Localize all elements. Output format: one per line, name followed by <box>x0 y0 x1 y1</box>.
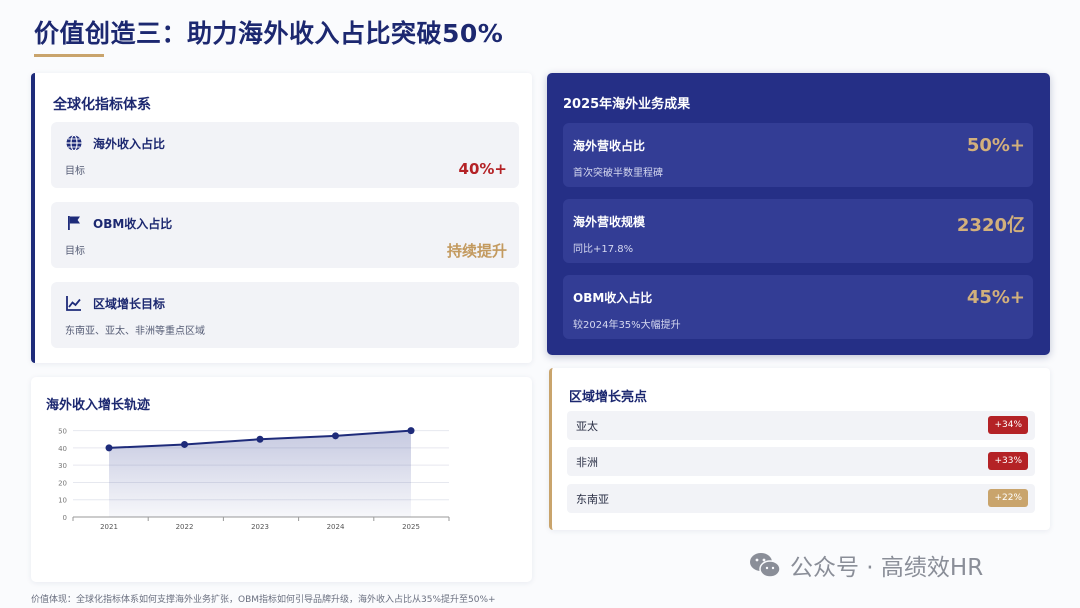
metric-label: 海外收入占比 <box>93 137 166 151</box>
y-tick-label: 10 <box>58 497 67 505</box>
y-tick-label: 50 <box>58 428 67 436</box>
region-highlights-card: 区域增长亮点 亚太 +34% 非洲 +33% 东南亚 +22% <box>549 368 1050 530</box>
watermark-text: 公众号 · 高绩效HR <box>790 555 984 581</box>
result-overseas-revenue-scale: 海外营收规模 同比+17.8% 2320亿 <box>563 199 1033 263</box>
x-tick-label: 2022 <box>176 523 194 531</box>
card-title: 全球化指标体系 <box>53 97 151 113</box>
metric-label: OBM收入占比 <box>93 217 173 231</box>
result-label: 海外营收规模 <box>573 215 646 229</box>
metric-overseas-revenue-ratio: 海外收入占比 目标 40%+ <box>51 122 519 188</box>
wechat-watermark: 公众号 · 高绩效HR <box>748 548 983 582</box>
region-name: 非洲 <box>576 456 598 469</box>
growth-badge: +33% <box>988 452 1028 470</box>
result-value: 2320亿 <box>956 215 1025 236</box>
region-row: 东南亚 +22% <box>567 484 1035 513</box>
result-label: OBM收入占比 <box>573 291 653 305</box>
data-point <box>256 435 264 443</box>
growth-badge: +22% <box>988 489 1028 507</box>
result-label: 海外营收占比 <box>573 139 646 153</box>
region-row: 非洲 +33% <box>567 447 1035 476</box>
footer-note: 价值体现：全球化指标体系如何支撑海外业务扩张，OBM指标如何引导品牌升级，海外收… <box>31 595 496 605</box>
x-tick-label: 2024 <box>327 523 345 531</box>
y-tick-label: 40 <box>58 445 67 453</box>
metric-value: 40%+ <box>458 160 507 178</box>
x-tick-label: 2023 <box>251 523 269 531</box>
globe-icon <box>66 134 82 152</box>
trend-chart-icon <box>66 296 81 311</box>
data-point <box>407 427 415 435</box>
metric-value: 持续提升 <box>446 242 507 260</box>
result-obm-revenue-ratio: OBM收入占比 较2024年35%大幅提升 45%+ <box>563 275 1033 339</box>
metric-obm-revenue-ratio: OBM收入占比 目标 持续提升 <box>51 202 519 268</box>
overseas-results-card: 2025年海外业务成果 海外营收占比 首次突破半数里程碑 50%+ 海外营收规模… <box>547 73 1050 355</box>
y-tick-label: 0 <box>63 514 67 522</box>
metric-sub: 东南亚、亚太、非洲等重点区域 <box>65 326 205 337</box>
x-tick-label: 2021 <box>100 523 118 531</box>
region-name: 东南亚 <box>576 493 609 506</box>
card-title: 区域增长亮点 <box>569 390 648 405</box>
flag-icon <box>68 216 80 230</box>
title-underline <box>34 54 104 57</box>
result-sub: 较2024年35%大幅提升 <box>573 320 681 331</box>
revenue-growth-chart-card: 海外收入增长轨迹 0 10 20 30 40 50 2021 2022 2023 2024 2025 <box>31 377 532 582</box>
result-value: 50%+ <box>966 135 1025 156</box>
data-point <box>332 432 339 440</box>
global-metrics-card: 全球化指标体系 海外收入占比 目标 40%+ OBM收入占比 目标 持续提升 区… <box>31 73 532 363</box>
region-row: 亚太 +34% <box>567 411 1035 440</box>
wechat-icon <box>750 553 781 578</box>
y-tick-label: 30 <box>58 462 67 470</box>
x-tick-label: 2025 <box>402 523 420 531</box>
result-sub: 同比+17.8% <box>573 244 634 255</box>
metric-label: 区域增长目标 <box>93 297 166 311</box>
result-value: 45%+ <box>966 287 1025 308</box>
growth-badge: +34% <box>988 416 1028 434</box>
result-sub: 首次突破半数里程碑 <box>573 168 663 179</box>
region-name: 亚太 <box>576 420 598 433</box>
page-title: 价值创造三：助力海外收入占比突破50% <box>34 19 504 48</box>
data-point <box>181 440 188 448</box>
card-title: 2025年海外业务成果 <box>563 97 691 112</box>
data-point <box>105 444 113 452</box>
metric-region-growth-target: 区域增长目标 东南亚、亚太、非洲等重点区域 <box>51 282 519 348</box>
metric-sub: 目标 <box>65 166 85 177</box>
y-tick-label: 20 <box>58 479 67 487</box>
revenue-growth-chart: 0 10 20 30 40 50 2021 2022 2023 2024 2025 <box>58 427 450 531</box>
result-overseas-revenue-ratio: 海外营收占比 首次突破半数里程碑 50%+ <box>563 123 1033 187</box>
metric-sub: 目标 <box>65 246 85 257</box>
area-fill <box>109 430 411 517</box>
